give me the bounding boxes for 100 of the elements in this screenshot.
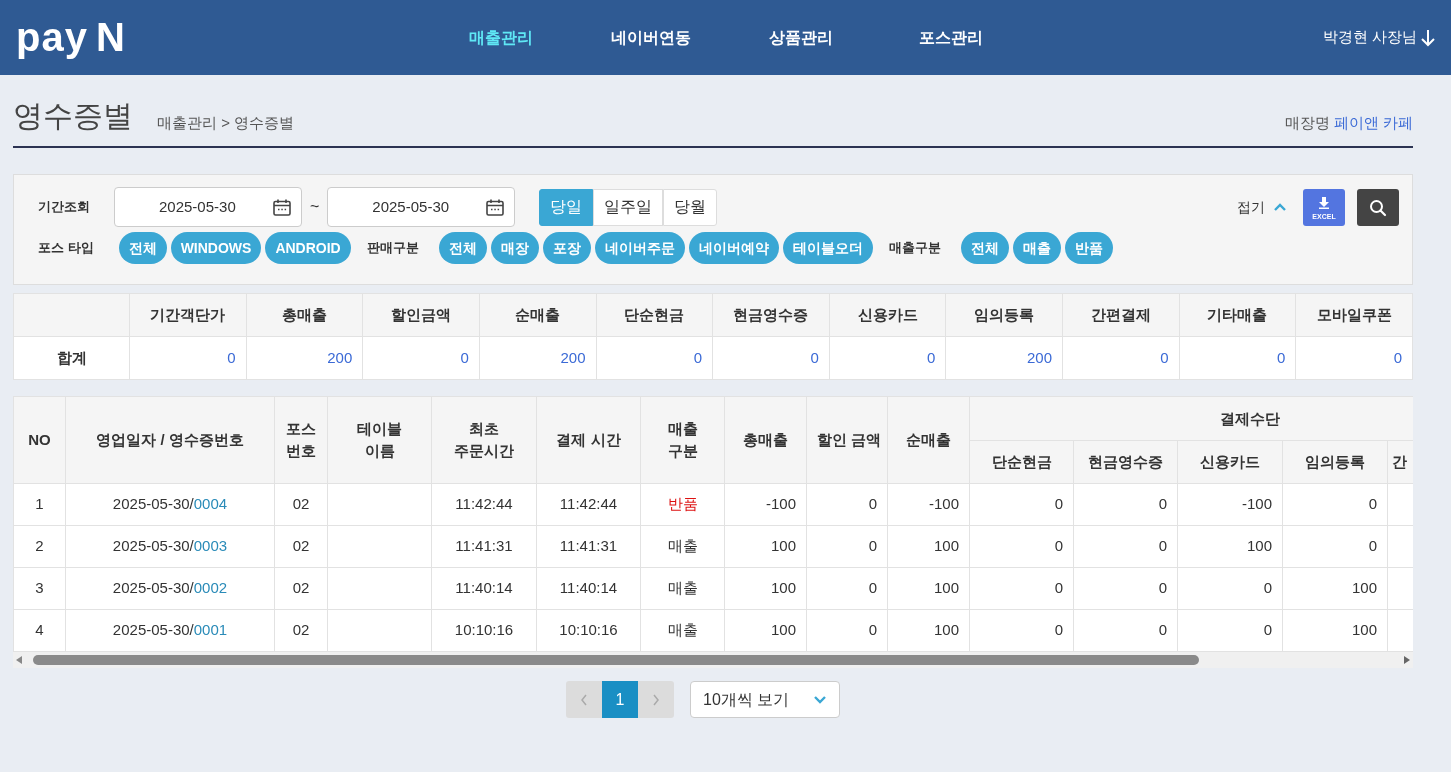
table-cell: -100 bbox=[887, 483, 970, 526]
table-cell: 0 bbox=[129, 336, 247, 380]
column-header: 최초 주문시간 bbox=[431, 396, 537, 484]
date-field[interactable]: 2025-05-30 bbox=[114, 187, 302, 227]
column-header: 신용카드 bbox=[1177, 440, 1283, 484]
search-button[interactable] bbox=[1357, 188, 1399, 226]
receipt-link[interactable]: 0001 bbox=[193, 621, 228, 639]
receipt-link[interactable]: 0004 bbox=[193, 495, 228, 513]
range-separator: ~ bbox=[310, 197, 320, 217]
calendar-icon[interactable] bbox=[486, 198, 505, 216]
filter-chip[interactable]: 포장 bbox=[542, 232, 591, 264]
table-cell: 100 bbox=[887, 525, 970, 568]
table-cell: 2 bbox=[13, 525, 66, 568]
table-cell: 0 bbox=[806, 483, 888, 526]
period-button[interactable]: 당일 bbox=[539, 188, 594, 226]
table-cell: 0 bbox=[1177, 567, 1283, 610]
table-cell: 0 bbox=[969, 609, 1074, 652]
filter-chip[interactable]: 매장 bbox=[490, 232, 539, 264]
row-label: 합계 bbox=[13, 336, 130, 380]
filter-chip[interactable]: ANDROID bbox=[265, 232, 351, 264]
filter-label: 포스 타입 bbox=[38, 239, 94, 258]
table-cell: 1 bbox=[13, 483, 66, 526]
table-cell: 11:42:44 bbox=[431, 483, 537, 526]
table-cell: 0 bbox=[1073, 483, 1178, 526]
table-cell: 0 bbox=[969, 525, 1074, 568]
table-cell: 0 bbox=[969, 567, 1074, 610]
date-field[interactable]: 2025-05-30 bbox=[327, 187, 516, 227]
receipt-link[interactable]: 0003 bbox=[193, 537, 228, 555]
business-date: 2025-05-30/ bbox=[112, 537, 194, 555]
business-date: 2025-05-30/ bbox=[112, 579, 194, 597]
chevron-right-icon bbox=[652, 693, 660, 708]
column-header: 영업일자 / 영수증번호 bbox=[65, 396, 275, 484]
logo[interactable]: pay N bbox=[16, 15, 126, 59]
business-date: 2025-05-30/ bbox=[112, 495, 194, 513]
filter-chip[interactable]: WINDOWS bbox=[170, 232, 262, 264]
arrow-down-icon bbox=[1421, 28, 1435, 47]
download-icon bbox=[1318, 196, 1330, 209]
page-size-select[interactable]: 10개씩 보기 bbox=[690, 681, 840, 718]
store-name: 페이앤 카페 bbox=[1333, 113, 1413, 131]
column-header: NO bbox=[13, 396, 66, 484]
table-cell: 10:10:16 bbox=[536, 609, 641, 652]
column-header: 총매출 bbox=[246, 293, 363, 337]
table-cell: 0 bbox=[1282, 525, 1388, 568]
table-cell: -100 bbox=[724, 483, 807, 526]
nav-link[interactable]: 상품관리 bbox=[725, 25, 876, 50]
table-cell: 02 bbox=[274, 567, 328, 610]
column-header: 신용카드 bbox=[829, 293, 946, 337]
table-cell: 0 bbox=[829, 336, 946, 380]
table-cell: -100 bbox=[1177, 483, 1283, 526]
search-icon bbox=[1369, 198, 1387, 217]
filter-chip[interactable]: 전체 bbox=[118, 232, 167, 264]
table-cell: 0 bbox=[1073, 567, 1178, 610]
table-cell: 100 bbox=[1282, 567, 1388, 610]
nav-link[interactable]: 포스관리 bbox=[875, 25, 1026, 50]
filter-chip[interactable]: 전체 bbox=[960, 232, 1009, 264]
filter-chip[interactable]: 전체 bbox=[438, 232, 487, 264]
table-cell: 0 bbox=[1073, 609, 1178, 652]
filter-label: 매출구분 bbox=[888, 239, 941, 258]
table-cell: 0 bbox=[806, 609, 888, 652]
column-header: 현금영수증 bbox=[712, 293, 830, 337]
business-date: 2025-05-30/ bbox=[112, 621, 194, 639]
horizontal-scrollbar[interactable] bbox=[13, 652, 1413, 668]
period-button[interactable]: 당월 bbox=[663, 188, 718, 226]
page-button[interactable]: 1 bbox=[602, 681, 638, 718]
scrollbar-thumb[interactable] bbox=[33, 655, 1199, 665]
collapse-toggle[interactable]: 접기 bbox=[1237, 196, 1287, 218]
column-header: 모바일쿠폰 bbox=[1295, 293, 1413, 337]
table-cell: 0 bbox=[596, 336, 713, 380]
user-menu[interactable]: 박경현 사장님 bbox=[1322, 26, 1435, 49]
table-cell: 100 bbox=[724, 609, 807, 652]
nav-link[interactable]: 네이버연동 bbox=[575, 25, 726, 50]
filter-chip[interactable]: 테이블오더 bbox=[782, 232, 873, 264]
column-header: 포스 번호 bbox=[274, 396, 328, 484]
filter-chip[interactable]: 반품 bbox=[1064, 232, 1113, 264]
filter-chip[interactable]: 매출 bbox=[1012, 232, 1061, 264]
receipt-link[interactable]: 0002 bbox=[193, 579, 228, 597]
column-header: 단순현금 bbox=[596, 293, 713, 337]
table-cell: 0 bbox=[806, 567, 888, 610]
table-cell: 0 bbox=[1179, 336, 1296, 380]
table-cell: 0 bbox=[1295, 336, 1413, 380]
nav-link[interactable]: 매출관리 bbox=[425, 25, 576, 50]
table-cell: 0 bbox=[362, 336, 480, 380]
column-header: 결제수단 bbox=[969, 396, 1413, 441]
column-header: 현금영수증 bbox=[1073, 440, 1178, 484]
table-cell: 반품 bbox=[640, 483, 725, 526]
column-header: 순매출 bbox=[887, 396, 970, 484]
table-cell: 매출 bbox=[640, 609, 725, 652]
filter-chip[interactable]: 네이버예약 bbox=[688, 232, 779, 264]
column-header: 매출 구분 bbox=[640, 396, 725, 484]
period-button[interactable]: 일주일 bbox=[593, 188, 664, 226]
column-header: 결제 시간 bbox=[536, 396, 641, 484]
table-cell: 02 bbox=[274, 525, 328, 568]
table-cell: 0 bbox=[806, 525, 888, 568]
table-cell: 11:40:14 bbox=[431, 567, 537, 610]
column-header: 임의등록 bbox=[1282, 440, 1388, 484]
table-cell: 200 bbox=[945, 336, 1063, 380]
table-cell: 11:42:44 bbox=[536, 483, 641, 526]
filter-chip[interactable]: 네이버주문 bbox=[594, 232, 685, 264]
calendar-icon[interactable] bbox=[273, 198, 291, 216]
store-label: 매장명 bbox=[1284, 113, 1330, 131]
